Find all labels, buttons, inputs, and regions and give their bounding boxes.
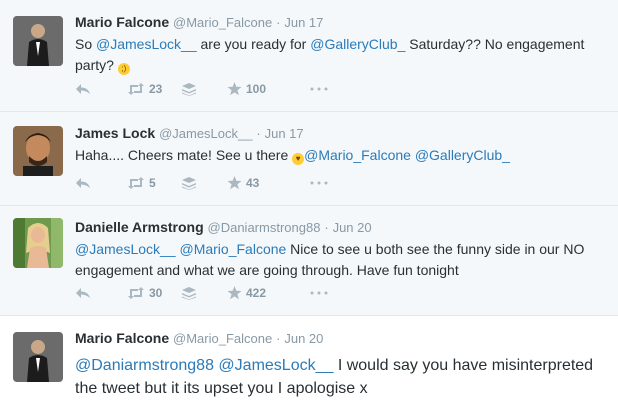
author-username[interactable]: @Mario_Falcone bbox=[173, 15, 272, 30]
tweet-content: Mario Falcone @Mario_Falcone · Jun 20 @D… bbox=[75, 329, 608, 400]
favorite-count: 43 bbox=[246, 176, 260, 190]
separator-dot: · bbox=[324, 220, 329, 235]
avatar[interactable] bbox=[13, 16, 63, 66]
tweet-actions: 5 43 bbox=[75, 176, 340, 190]
tweet[interactable]: Mario Falcone @Mario_Falcone · Jun 20 @D… bbox=[0, 316, 618, 406]
layers-button[interactable] bbox=[182, 286, 227, 300]
tweet-actions: 30 422 bbox=[75, 286, 340, 300]
tweet-content: James Lock @JamesLock__ · Jun 17 Haha...… bbox=[75, 124, 608, 166]
author-name[interactable]: Mario Falcone bbox=[75, 330, 169, 346]
tweet-text: @Daniarmstrong88 @JamesLock__ I would sa… bbox=[75, 354, 608, 400]
author-name[interactable]: Mario Falcone bbox=[75, 14, 169, 30]
tweet-date[interactable]: Jun 20 bbox=[333, 220, 372, 235]
separator-dot: · bbox=[276, 331, 281, 346]
reply-button[interactable] bbox=[75, 177, 127, 189]
more-icon bbox=[310, 87, 328, 91]
author-username[interactable]: @JamesLock__ bbox=[159, 126, 252, 141]
tweet-date[interactable]: Jun 17 bbox=[284, 15, 323, 30]
tweet-content: Danielle Armstrong @Daniarmstrong88 · Ju… bbox=[75, 218, 608, 281]
tweet-text-segment: Haha.... Cheers mate! See u there bbox=[75, 147, 293, 163]
mention-link[interactable]: @GalleryClub_ bbox=[415, 147, 510, 163]
layers-icon bbox=[182, 286, 196, 300]
more-button[interactable] bbox=[310, 87, 340, 91]
tweet-text-segment: are you ready for bbox=[196, 36, 311, 52]
separator-dot: · bbox=[276, 15, 281, 30]
reply-icon bbox=[76, 84, 90, 94]
tweet[interactable]: James Lock @JamesLock__ · Jun 17 Haha...… bbox=[0, 112, 618, 206]
more-button[interactable] bbox=[310, 291, 340, 295]
tweet[interactable]: Mario Falcone @Mario_Falcone · Jun 17 So… bbox=[0, 0, 618, 112]
layers-icon bbox=[182, 176, 196, 190]
reply-button[interactable] bbox=[75, 83, 127, 95]
tweet-header: Mario Falcone @Mario_Falcone · Jun 17 bbox=[75, 13, 608, 32]
author-username[interactable]: @Mario_Falcone bbox=[173, 331, 272, 346]
tweet-date[interactable]: Jun 17 bbox=[265, 126, 304, 141]
separator-dot: · bbox=[256, 126, 261, 141]
wink-emoji-icon: ;) bbox=[117, 63, 130, 75]
more-button[interactable] bbox=[310, 181, 340, 185]
avatar[interactable] bbox=[13, 218, 63, 268]
tweet-header: Danielle Armstrong @Daniarmstrong88 · Ju… bbox=[75, 218, 608, 237]
favorite-button[interactable]: 43 bbox=[227, 176, 310, 190]
retweet-count: 23 bbox=[149, 82, 163, 96]
tweet[interactable]: Danielle Armstrong @Daniarmstrong88 · Ju… bbox=[0, 206, 618, 316]
retweet-icon bbox=[128, 177, 144, 189]
retweet-icon bbox=[128, 83, 144, 95]
mention-link[interactable]: @JamesLock__ bbox=[218, 357, 333, 374]
tweet-date[interactable]: Jun 20 bbox=[284, 331, 323, 346]
author-username[interactable]: @Daniarmstrong88 bbox=[208, 220, 321, 235]
mention-link[interactable]: @JamesLock__ bbox=[75, 241, 176, 257]
mention-link[interactable]: @JamesLock__ bbox=[96, 36, 197, 52]
author-name[interactable]: James Lock bbox=[75, 125, 155, 141]
avatar[interactable] bbox=[13, 126, 63, 176]
layers-button[interactable] bbox=[182, 176, 227, 190]
favorite-star-icon bbox=[227, 286, 242, 300]
tweet-text: So @JamesLock__ are you ready for @Galle… bbox=[75, 34, 608, 76]
retweet-button[interactable]: 23 bbox=[127, 82, 182, 96]
favorite-count: 422 bbox=[246, 286, 267, 300]
layers-button[interactable] bbox=[182, 82, 227, 96]
tweet-actions: 23 100 bbox=[75, 82, 340, 96]
favorite-button[interactable]: 422 bbox=[227, 286, 310, 300]
reply-button[interactable] bbox=[75, 287, 127, 299]
retweet-count: 5 bbox=[149, 176, 156, 190]
mention-link[interactable]: @Daniarmstrong88 bbox=[75, 357, 214, 374]
favorite-star-icon bbox=[227, 176, 242, 190]
favorite-count: 100 bbox=[246, 82, 267, 96]
layers-icon bbox=[182, 82, 196, 96]
retweet-button[interactable]: 5 bbox=[127, 176, 182, 190]
retweet-count: 30 bbox=[149, 286, 163, 300]
reply-icon bbox=[76, 288, 90, 298]
more-icon bbox=[310, 291, 328, 295]
more-icon bbox=[310, 181, 328, 185]
retweet-icon bbox=[128, 287, 144, 299]
tweet-text: Haha.... Cheers mate! See u there ♥ @Mari… bbox=[75, 145, 608, 166]
tweet-header: James Lock @JamesLock__ · Jun 17 bbox=[75, 124, 608, 143]
tweet-text-segment: So bbox=[75, 36, 97, 52]
author-name[interactable]: Danielle Armstrong bbox=[75, 219, 204, 235]
retweet-button[interactable]: 30 bbox=[127, 286, 182, 300]
tweet-timeline: Mario Falcone @Mario_Falcone · Jun 17 So… bbox=[0, 0, 618, 406]
reply-icon bbox=[76, 178, 90, 188]
favorite-button[interactable]: 100 bbox=[227, 82, 310, 96]
mention-link[interactable]: @GalleryClub_ bbox=[310, 36, 405, 52]
favorite-star-icon bbox=[227, 82, 242, 96]
mention-link[interactable]: @Mario_Falcone bbox=[304, 147, 411, 163]
heart-eyes-emoji-icon: ♥ bbox=[292, 153, 305, 165]
tweet-header: Mario Falcone @Mario_Falcone · Jun 20 bbox=[75, 329, 608, 348]
avatar[interactable] bbox=[13, 332, 63, 382]
mention-link[interactable]: @Mario_Falcone bbox=[179, 241, 286, 257]
tweet-content: Mario Falcone @Mario_Falcone · Jun 17 So… bbox=[75, 13, 608, 76]
tweet-text: @JamesLock__ @Mario_Falcone Nice to see … bbox=[75, 239, 608, 281]
